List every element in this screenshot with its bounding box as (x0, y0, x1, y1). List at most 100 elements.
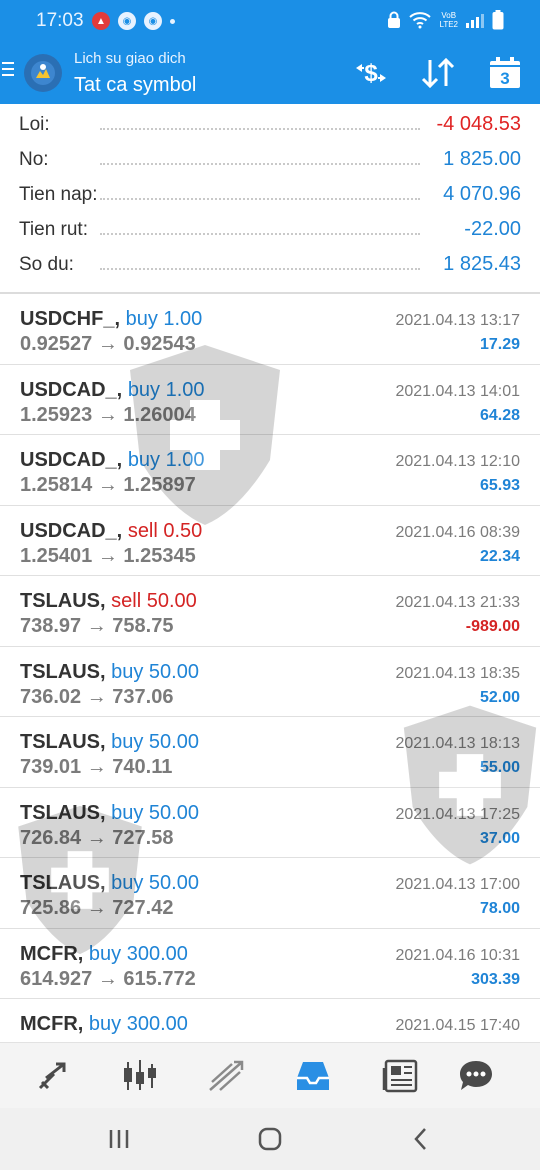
trade-side: buy 300.00 (88, 942, 188, 965)
trade-profit: 22.34 (479, 547, 520, 565)
trade-date: 2021.04.13 17:25 (395, 805, 520, 823)
recent-apps-button[interactable] (104, 1124, 134, 1154)
dotted-leader (100, 163, 420, 165)
trade-row[interactable]: USDCHF_, buy 1.00 0.92527 → 0.92543 2021… (0, 294, 540, 365)
summary-row-deposit: Tien nap: 4 070.96 (0, 178, 540, 212)
trade-row[interactable]: TSLAUS, buy 50.00 739.01 → 740.11 2021.0… (0, 717, 540, 788)
trade-date: 2021.04.13 18:13 (395, 735, 520, 752)
battery-icon (492, 10, 504, 30)
trade-prices: 738.97 → 758.75 (20, 615, 174, 637)
trade-row[interactable]: TSLAUS, buy 50.00 725.86 → 727.42 2021.0… (0, 858, 540, 929)
sort-button[interactable] (420, 56, 456, 90)
trade-symbol: MCFR, (20, 942, 84, 965)
trade-row[interactable]: USDCAD_, buy 1.00 1.25814 → 1.25897 2021… (0, 435, 540, 506)
nav-trade[interactable] (206, 1056, 246, 1096)
dotted-leader (100, 198, 420, 200)
home-icon (258, 1127, 282, 1151)
trade-profit: 52.00 (479, 688, 520, 706)
trade-profit: 55.00 (479, 759, 520, 776)
brave-icon: ▲ (92, 12, 110, 30)
trade-prices: 614.927 → 615.772 (20, 967, 196, 990)
nav-chat[interactable] (456, 1056, 496, 1096)
trade-profit: 64.28 (479, 406, 520, 424)
network-type: VoB LTE2 (439, 11, 458, 29)
summary-label: Tien nap: (19, 184, 98, 205)
trade-profit: 303.39 (471, 970, 520, 988)
chat-icon (460, 1061, 492, 1090)
home-button[interactable] (255, 1124, 285, 1154)
status-time: 17:03 (36, 10, 84, 31)
trade-row[interactable]: TSLAUS, buy 50.00 726.84 → 727.58 2021.0… (0, 788, 540, 858)
trade-symbol: USDCAD_, (20, 378, 123, 401)
news-icon (382, 1059, 418, 1093)
summary-label: Loi: (19, 114, 50, 135)
trade-row[interactable]: MCFR, buy 300.00 614.927 → 615.772 2021.… (0, 929, 540, 999)
account-summary: Loi: -4 048.53 No: 1 825.00 Tien nap: 4 … (0, 104, 540, 292)
trade-prices: 726.84 → 727.58 (20, 826, 174, 849)
nav-history[interactable] (293, 1056, 333, 1096)
nav-news[interactable] (380, 1056, 420, 1096)
trade-row[interactable]: TSLAUS, sell 50.00 738.97 → 758.75 2021.… (0, 576, 540, 647)
dotted-leader (100, 268, 420, 270)
summary-label: No: (19, 149, 49, 170)
header-subtitle: Lich su giao dich (74, 50, 186, 67)
trade-profit: 65.93 (479, 477, 520, 494)
trade-profit: -989.00 (465, 618, 520, 635)
history-inbox-icon (297, 1062, 329, 1090)
sort-icon (421, 57, 455, 89)
trade-prices: 736.02 → 737.06 (20, 685, 174, 708)
back-icon (414, 1128, 426, 1150)
svg-text:$: $ (364, 60, 378, 87)
trade-prices: 1.25814 → 1.25897 (20, 474, 196, 496)
chrome-icon: ◉ (118, 12, 136, 30)
trade-row[interactable]: MCFR, buy 300.00 2021.04.15 17:40 (0, 999, 540, 1042)
currency-exchange-button[interactable]: $ (352, 56, 390, 90)
system-icons: VoB LTE2 (387, 10, 504, 30)
trade-date: 2021.04.13 12:10 (395, 453, 520, 470)
trade-side: buy 1.00 (125, 308, 203, 330)
summary-label: So du: (19, 254, 74, 275)
status-bar: 17:03 ▲ ◉ ◉ VoB LTE2 (0, 0, 540, 42)
wifi-icon (409, 12, 432, 29)
trade-symbol: TSLAUS, (20, 660, 106, 683)
nav-chart[interactable] (120, 1056, 160, 1096)
trade-side: buy 50.00 (111, 660, 199, 683)
trade-row[interactable]: USDCAD_, buy 1.00 1.25923 → 1.26004 2021… (0, 365, 540, 435)
trade-side: sell 50.00 (111, 590, 197, 612)
summary-value: -4 048.53 (436, 113, 521, 135)
chart-icon (124, 1060, 156, 1090)
trade-history-list[interactable]: USDCHF_, buy 1.00 0.92527 → 0.92543 2021… (0, 292, 540, 1042)
recent-apps-icon (109, 1130, 129, 1148)
trade-date: 2021.04.13 14:01 (395, 382, 520, 400)
dot-icon (170, 19, 175, 24)
trade-symbol: TSLAUS, (20, 872, 106, 894)
trade-symbol: USDCHF_, (20, 308, 121, 330)
summary-value: 1 825.43 (443, 253, 521, 275)
nav-quotes[interactable] (34, 1056, 74, 1096)
chrome-icon: ◉ (144, 12, 162, 30)
summary-row-balance: So du: 1 825.43 (0, 248, 540, 282)
trade-row[interactable]: TSLAUS, buy 50.00 736.02 → 737.06 2021.0… (0, 647, 540, 717)
trade-row[interactable]: USDCAD_, sell 0.50 1.25401 → 1.25345 202… (0, 506, 540, 576)
calendar-button[interactable]: 3 (488, 56, 522, 90)
back-button[interactable] (406, 1124, 436, 1154)
trade-date: 2021.04.16 10:31 (395, 946, 520, 964)
app-header: Lich su giao dich Tat ca symbol $ 3 (0, 42, 540, 104)
trade-side: buy 1.00 (127, 449, 205, 471)
trade-icon (38, 1062, 66, 1090)
currency-exchange-icon: $ (356, 60, 386, 87)
summary-label: Tien rut: (19, 219, 88, 240)
app-logo[interactable] (24, 54, 62, 92)
trade-prices: 1.25923 → 1.26004 (20, 403, 196, 426)
trade-symbol: USDCAD_, (20, 449, 123, 471)
dotted-leader (100, 233, 420, 235)
calendar-badge: 3 (500, 69, 510, 88)
header-title[interactable]: Tat ca symbol (74, 74, 196, 97)
trade-side: buy 50.00 (111, 731, 199, 753)
network-line-2: LTE2 (439, 20, 458, 29)
trade-profit: 37.00 (479, 829, 520, 847)
trade-date: 2021.04.16 08:39 (395, 523, 520, 541)
menu-icon[interactable] (2, 62, 14, 78)
summary-value: 1 825.00 (443, 148, 521, 170)
summary-row-withdrawal: Tien rut: -22.00 (0, 213, 540, 247)
